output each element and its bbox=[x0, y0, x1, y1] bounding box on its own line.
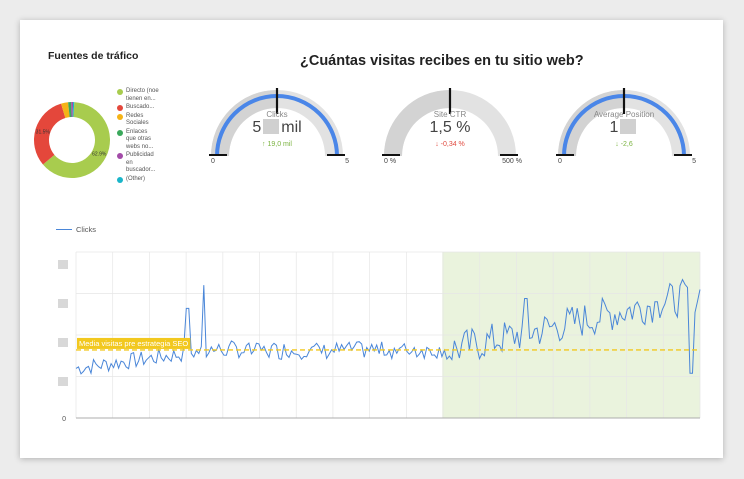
redacted-y-tick bbox=[58, 260, 68, 269]
gauge-label: Site CTR bbox=[433, 110, 467, 119]
legend-item[interactable]: Directo (noe tienen en... bbox=[117, 88, 159, 103]
legend-label: Directo (noe tienen en... bbox=[126, 88, 159, 102]
legend-label: Enlaces que otras webs no... bbox=[126, 128, 154, 150]
gauge-delta-text: -2,6 bbox=[620, 141, 633, 148]
traffic-legend: Directo (noe tienen en... Buscado... Redes… bbox=[117, 88, 159, 184]
clicks-gauge[interactable]: Clicks 5 mil ↑ 19,0 mil 0 5 bbox=[209, 82, 349, 172]
gauge-min-label: 0 bbox=[211, 158, 215, 165]
gauge-max-label: 500 % bbox=[502, 158, 522, 165]
legend-dot bbox=[117, 129, 123, 136]
legend-item[interactable]: Publicidad en buscador... bbox=[117, 152, 159, 175]
legend-label: Publicidad en buscador... bbox=[126, 152, 156, 173]
traffic-donut-chart[interactable]: 62.9% 31.5% bbox=[32, 100, 112, 180]
legend-dot bbox=[117, 89, 123, 95]
y-tick-zero: 0 bbox=[62, 416, 66, 423]
gauge-value: 5 mil bbox=[209, 119, 345, 137]
legend-item[interactable]: Buscado... bbox=[117, 104, 159, 112]
redacted-value-block bbox=[263, 119, 280, 134]
legend-dot bbox=[117, 113, 123, 120]
gauge-value-text: 1,5 % bbox=[429, 119, 471, 136]
gauge-label: Clicks bbox=[266, 110, 288, 119]
redacted-y-tick bbox=[58, 338, 68, 347]
legend-item[interactable]: (Other) bbox=[117, 176, 159, 184]
redacted-y-tick bbox=[58, 299, 68, 308]
gauge-delta-text: -0,34 % bbox=[440, 141, 465, 148]
legend-label: (Other) bbox=[126, 175, 146, 182]
legend-item[interactable]: Enlaces que otras webs no... bbox=[117, 129, 159, 152]
gauge-min-label: 0 bbox=[558, 158, 562, 165]
legend-dot bbox=[117, 176, 123, 183]
gauge-min-label: 0 % bbox=[384, 158, 397, 165]
donut-slice-label: 31.5% bbox=[36, 129, 51, 135]
legend-dot bbox=[117, 153, 123, 159]
gauge-max-label: 5 bbox=[692, 158, 696, 165]
traffic-sources-title: Fuentes de tráfico bbox=[48, 50, 139, 62]
gauge-delta: ↓ -0,34 % bbox=[382, 141, 518, 148]
legend-dot bbox=[117, 105, 123, 111]
gauge-max-label: 5 bbox=[345, 158, 349, 165]
gauge-value-text: 5 bbox=[252, 119, 262, 136]
gauge-value-unit: mil bbox=[281, 119, 302, 136]
gauge-delta: ↑ 19,0 mil bbox=[209, 141, 345, 148]
donut-slice-label: 62.9% bbox=[92, 152, 107, 158]
redacted-y-tick bbox=[58, 377, 68, 386]
gauge-delta: ↓ -2,6 bbox=[556, 141, 692, 148]
reference-line-label: Media visitas pre estrategia SEO bbox=[79, 339, 188, 348]
gauge-label: Average Position bbox=[593, 110, 655, 119]
redacted-value-block bbox=[620, 119, 637, 134]
page-title: ¿Cuántas visitas recibes en tu sitio web… bbox=[300, 53, 584, 69]
clicks-line-chart[interactable]: 0 Media visitas pre estrategia SEO bbox=[36, 230, 706, 430]
gauge-value: 1 bbox=[556, 119, 692, 137]
legend-label: Buscado... bbox=[126, 104, 155, 110]
gauge-value-text: 1 bbox=[609, 119, 619, 136]
legend-label: Redes Sociales bbox=[126, 112, 149, 127]
gauge-delta-text: 19,0 mil bbox=[267, 141, 292, 148]
site-ctr-gauge[interactable]: Site CTR 1,5 % ↓ -0,34 % 0 % 500 % bbox=[382, 82, 522, 172]
gauge-value: 1,5 % bbox=[382, 119, 518, 137]
legend-item[interactable]: Redes Sociales bbox=[117, 113, 159, 128]
average-position-gauge[interactable]: Average Position 1 ↓ -2,6 0 5 bbox=[556, 82, 696, 172]
